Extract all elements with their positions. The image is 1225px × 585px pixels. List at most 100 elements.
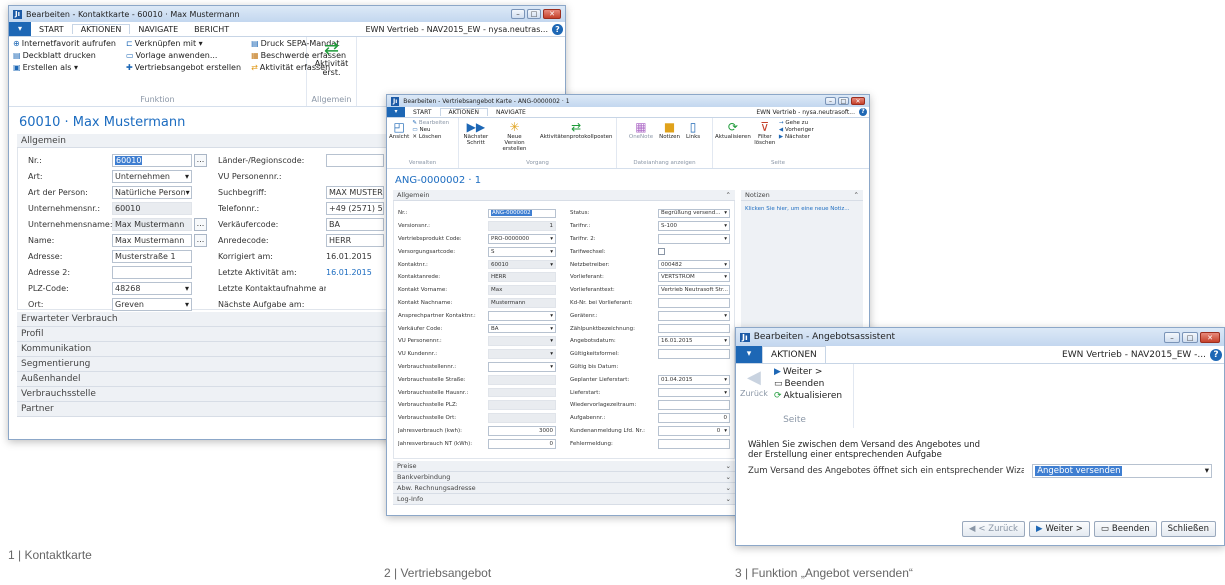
gehe-zu-button[interactable]: → Gehe zu [779, 120, 814, 126]
field-input[interactable]: 60010 [112, 153, 192, 167]
field-input[interactable]: HERR [326, 233, 384, 247]
next-button[interactable]: ▶ Weiter > [1028, 521, 1090, 537]
aktivitaetenprotokoll-button[interactable]: ⇄ Aktivitätenprotokollposten [540, 120, 613, 152]
neue-version-button[interactable]: ✳ Neue Version erstellen [496, 120, 532, 152]
collapsed-section[interactable]: Log-Info ⌄ [393, 494, 735, 505]
field-input[interactable] [658, 323, 730, 334]
tab-aktionen[interactable]: AKTIONEN [71, 24, 131, 34]
field-input[interactable]: 01.04.2015 ▾ [658, 374, 730, 385]
field-input[interactable]: Begrüßung versend... ▾ [658, 208, 730, 219]
lookup-button[interactable]: ... [194, 153, 207, 167]
tab-navigate[interactable]: NAVIGATE [488, 109, 534, 116]
verknuepfen-button[interactable]: ⊏ Verknüpfen mit ▾ [126, 39, 241, 48]
field-input[interactable]: Max [488, 285, 556, 296]
help-icon[interactable]: ? [552, 23, 563, 35]
close-icon[interactable]: ✕ [543, 9, 561, 19]
zurueck-ribbon-button[interactable]: ◀ Zurück [740, 367, 768, 401]
new-note-link[interactable]: Klicken Sie hier, um eine neue Notiz... [745, 206, 850, 212]
field-input[interactable]: Mustermann [488, 298, 556, 308]
field-input[interactable]: ▾ [658, 234, 730, 244]
field-input[interactable]: ▾ [488, 362, 556, 372]
field-input[interactable] [112, 265, 192, 279]
field-input[interactable]: 0 ▾ [658, 426, 730, 436]
weiter-ribbon-button[interactable]: ▶ Weiter > [774, 367, 842, 377]
section-allgemein[interactable]: Allgemein ⌃ [393, 190, 735, 201]
filter-loeschen-button[interactable]: ⊽ Filter löschen [754, 120, 775, 146]
naechster-schritt-button[interactable]: ▶▶ Nächster Schritt [463, 120, 489, 152]
field-input[interactable] [326, 153, 384, 167]
field-input[interactable]: 0 [488, 438, 556, 449]
field-checkbox[interactable] [658, 248, 665, 256]
field-input[interactable]: MAX MUSTERMA [326, 185, 384, 199]
erstellen-als-button[interactable]: ▣ Erstellen als ▾ [13, 63, 116, 72]
field-input[interactable]: 16.01.2015 ▾ [658, 336, 730, 347]
minimize-icon[interactable]: – [1164, 331, 1180, 343]
field-input[interactable]: 60010 [112, 201, 192, 215]
field-input[interactable]: Greven ▾ [112, 297, 192, 311]
aktualisieren-button[interactable]: ⟳ Aktualisieren [715, 120, 751, 146]
app-menu-button[interactable]: ▾ [736, 346, 762, 363]
aktivitaet-erst-button[interactable]: ⇄ Aktivität erst. [312, 39, 352, 78]
field-input[interactable]: Max Mustermann [112, 217, 192, 231]
finish-button[interactable]: ▭ Beenden [1093, 521, 1157, 537]
close-icon[interactable]: ✕ [1200, 331, 1220, 343]
wizard-select[interactable]: Angebot versenden ▾ [1032, 464, 1212, 478]
links-button[interactable]: ▯ Links [686, 120, 700, 140]
field-input[interactable] [658, 298, 730, 308]
app-menu-button[interactable]: ▾ [9, 22, 31, 36]
field-input[interactable]: +49 (2571) 5050 [326, 201, 384, 215]
beenden-ribbon-button[interactable]: ▭ Beenden [774, 379, 842, 389]
field-input[interactable]: 60010 ▾ [488, 259, 556, 270]
onenote-button[interactable]: ▦ OneNote [629, 120, 653, 140]
maximize-icon[interactable]: □ [838, 97, 849, 105]
field-input[interactable]: Musterstraße 1 [112, 249, 192, 263]
vertriebsangebot-button[interactable]: ✚ Vertriebsangebot erstellen [126, 63, 241, 72]
field-input[interactable] [488, 387, 556, 398]
field-input[interactable] [488, 374, 556, 385]
field-input[interactable]: Natürliche Person ▾ [112, 185, 192, 199]
field-input[interactable]: S-100 ▾ [658, 221, 730, 232]
vorlage-button[interactable]: ▭ Vorlage anwenden... [126, 51, 241, 60]
field-input[interactable]: HERR [488, 272, 556, 283]
field-input[interactable] [658, 349, 730, 360]
field-input[interactable]: S ▾ [488, 246, 556, 257]
back-button[interactable]: ◀ < Zurück [961, 521, 1025, 537]
field-input[interactable]: 3000 [488, 426, 556, 436]
field-input[interactable]: Unternehmen ▾ [112, 169, 192, 183]
bearbeiten-button[interactable]: ✎ Bearbeiten [412, 120, 449, 126]
field-input[interactable]: ▾ [488, 349, 556, 360]
vorheriger-button[interactable]: ◀ Vorheriger [779, 127, 814, 133]
tab-aktionen[interactable]: AKTIONEN [439, 108, 489, 116]
app-menu-button[interactable]: ▾ [387, 107, 405, 117]
tab-aktionen[interactable]: AKTIONEN [762, 346, 826, 363]
neu-button[interactable]: ▭ Neu [412, 127, 449, 133]
help-icon[interactable]: ? [859, 108, 867, 116]
lookup-button[interactable]: ... [194, 233, 207, 247]
field-input[interactable]: 0 [658, 413, 730, 424]
minimize-icon[interactable]: – [511, 9, 525, 19]
field-input[interactable]: ▾ [488, 336, 556, 347]
naechster-button[interactable]: ▶ Nächster [779, 134, 814, 140]
field-input[interactable]: Vertrieb Neutrasoft Str... [658, 285, 730, 296]
close-button[interactable]: Schließen [1160, 521, 1216, 537]
collapsed-section[interactable]: Preise ⌄ [393, 461, 735, 472]
internetfavorit-button[interactable]: ⊕ Internetfavorit aufrufen [13, 39, 116, 48]
field-input[interactable]: 1 [488, 221, 556, 232]
collapsed-section[interactable]: Abw. Rechnungsadresse ⌄ [393, 483, 735, 494]
tab-navigate[interactable]: NAVIGATE [130, 25, 186, 34]
field-input[interactable] [488, 400, 556, 411]
field-input[interactable]: ▾ [488, 310, 556, 321]
close-icon[interactable]: ✕ [851, 97, 865, 105]
field-input[interactable]: Max Mustermann [112, 233, 192, 247]
notes-header[interactable]: Notizen ⌃ [741, 190, 863, 201]
ansicht-button[interactable]: ◰ Ansicht [389, 120, 409, 140]
deckblatt-button[interactable]: ▤ Deckblatt drucken [13, 51, 116, 60]
loeschen-button[interactable]: ✕ Löschen [412, 134, 449, 140]
field-input[interactable]: BA ▾ [488, 323, 556, 334]
field-input[interactable] [658, 438, 730, 449]
maximize-icon[interactable]: □ [527, 9, 541, 19]
field-input[interactable]: 000482 ▾ [658, 259, 730, 270]
tab-start[interactable]: START [31, 25, 72, 34]
maximize-icon[interactable]: □ [1182, 331, 1198, 343]
field-input[interactable]: BA [326, 217, 384, 231]
